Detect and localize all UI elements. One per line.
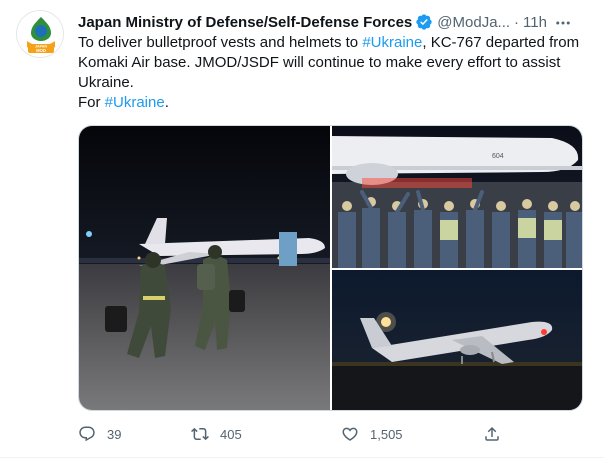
tweet-text-line1: To deliver bulletproof vests and helmets… (78, 34, 580, 91)
tweet-header: Japan Ministry of Defense/Self-Defense F… (78, 12, 592, 32)
share-button[interactable] (483, 425, 501, 443)
retweet-count: 405 (220, 426, 242, 442)
aircraft-number: 604 (492, 153, 504, 160)
hashtag-link[interactable]: #Ukraine (362, 34, 422, 51)
media-grid: 604 (78, 125, 583, 411)
author-name[interactable]: Japan Ministry of Defense/Self-Defense F… (78, 14, 412, 31)
tweet-text: To deliver bulletproof vests and helmets… (78, 33, 590, 113)
hashtag-link[interactable]: #Ukraine (105, 94, 165, 111)
photo-crew-waving[interactable]: 604 (332, 126, 582, 268)
tweet-text-line2: For #Ukraine. (78, 94, 169, 111)
retweet-button[interactable]: 405 (191, 425, 242, 443)
avatar[interactable]: JAPAN MOD (16, 10, 64, 58)
like-button[interactable]: 1,505 (341, 425, 403, 443)
photo-soldiers-walking[interactable] (79, 126, 330, 410)
author-handle[interactable]: @ModJa... (437, 14, 510, 31)
separator-dot: · (514, 13, 520, 31)
timestamp[interactable]: 11h (523, 14, 547, 31)
like-count: 1,505 (370, 426, 403, 442)
photo-takeoff[interactable] (332, 270, 582, 410)
tweet-actions: 39 405 1,505 (78, 424, 501, 444)
reply-button[interactable]: 39 (78, 425, 121, 443)
verified-badge-icon (416, 14, 432, 30)
retweet-icon (191, 427, 209, 441)
heart-icon (342, 427, 358, 441)
reply-icon (79, 426, 95, 442)
svg-text:MOD: MOD (36, 48, 46, 53)
more-icon[interactable] (552, 12, 574, 34)
reply-count: 39 (107, 426, 122, 442)
share-icon (485, 426, 499, 441)
tweet[interactable]: JAPAN MOD Japan Ministry of Defense/Self… (0, 0, 604, 458)
mod-logo-icon: JAPAN MOD (17, 11, 63, 57)
